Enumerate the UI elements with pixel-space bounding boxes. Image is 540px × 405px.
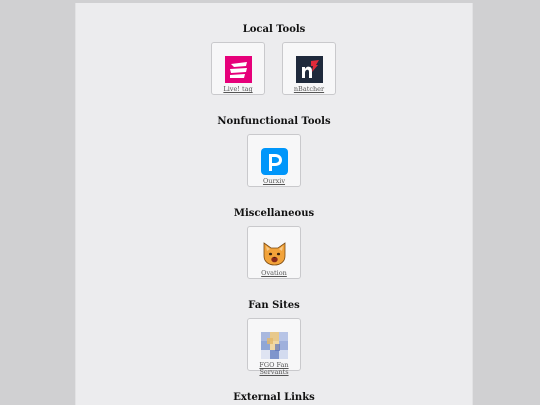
nbatcher-icon bbox=[296, 56, 323, 83]
section-title: External Links bbox=[233, 392, 315, 403]
tools-panel: Local Tools Live! tag nBatcher Nonfuncti… bbox=[75, 3, 473, 405]
tool-card-ovation[interactable]: Ovation bbox=[247, 226, 301, 279]
section-title: Local Tools bbox=[242, 24, 306, 35]
fgo-thumbnail-icon bbox=[261, 332, 288, 359]
tool-label: Ourxiv bbox=[262, 177, 286, 185]
section-title: Miscellaneous bbox=[233, 208, 315, 219]
livetag-icon bbox=[225, 56, 252, 83]
tool-label: Ovation bbox=[261, 269, 287, 277]
section-title: Nonfunctional Tools bbox=[217, 116, 331, 127]
pixiv-icon bbox=[261, 148, 288, 175]
section-title: Fan Sites bbox=[248, 300, 300, 311]
tool-label: Live! tag bbox=[223, 85, 253, 93]
tool-card-ourxiv[interactable]: Ourxiv bbox=[247, 134, 301, 187]
tool-label: FGO Fan Servants bbox=[259, 361, 289, 376]
cat-face-icon bbox=[263, 242, 286, 266]
tool-card-nbatcher[interactable]: nBatcher bbox=[282, 42, 336, 95]
tool-label: nBatcher bbox=[293, 85, 325, 93]
tool-card-livetag[interactable]: Live! tag bbox=[211, 42, 265, 95]
tool-card-fgo-fan-servants[interactable]: FGO Fan Servants bbox=[247, 318, 301, 376]
